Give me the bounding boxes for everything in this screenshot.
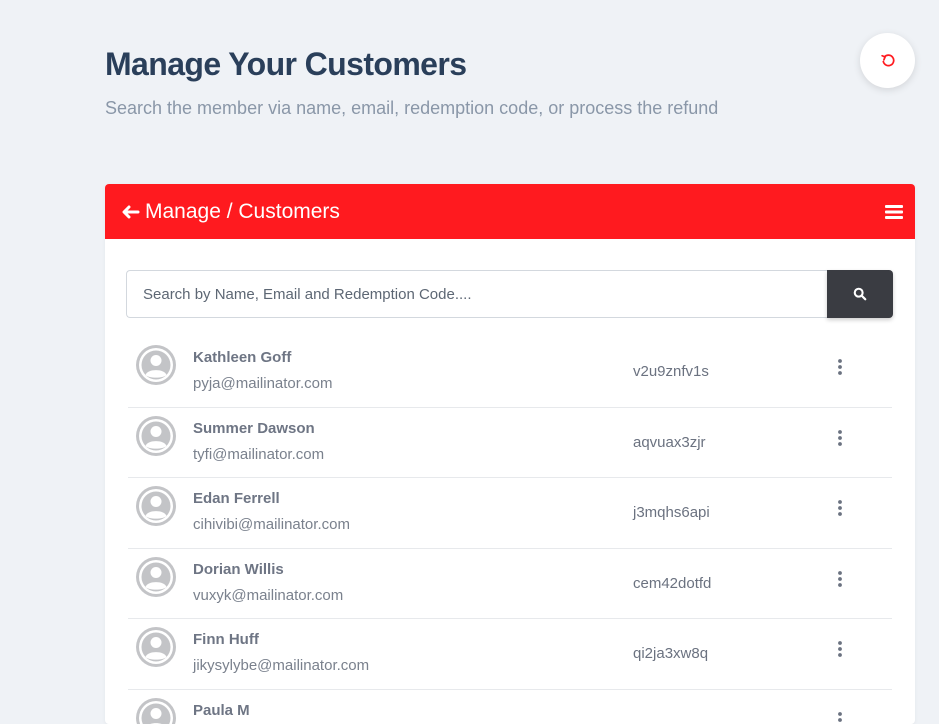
- customer-list: Kathleen Goff pyja@mailinator.com v2u9zn…: [128, 337, 892, 724]
- customer-row[interactable]: Edan Ferrell cihivibi@mailinator.com j3m…: [128, 478, 892, 549]
- customer-row[interactable]: Paula M: [128, 690, 892, 724]
- more-vertical-icon: [837, 641, 843, 657]
- refresh-button[interactable]: [860, 33, 915, 88]
- customer-name: Kathleen Goff: [193, 349, 291, 366]
- redemption-code: aqvuax3zjr: [633, 434, 706, 451]
- customer-email: vuxyk@mailinator.com: [193, 587, 343, 604]
- page-subtitle: Search the member via name, email, redem…: [105, 98, 718, 119]
- customer-row[interactable]: Finn Huff jikysylybe@mailinator.com qi2j…: [128, 619, 892, 690]
- card-title: Manage / Customers: [145, 200, 340, 224]
- hamburger-menu-icon: [885, 204, 903, 220]
- customer-email: jikysylybe@mailinator.com: [193, 657, 369, 674]
- customer-row[interactable]: Dorian Willis vuxyk@mailinator.com cem42…: [128, 549, 892, 620]
- more-vertical-icon: [837, 712, 843, 724]
- more-options-button[interactable]: [834, 567, 846, 591]
- search-button[interactable]: [827, 270, 893, 318]
- customer-row[interactable]: Kathleen Goff pyja@mailinator.com v2u9zn…: [128, 337, 892, 408]
- more-options-button[interactable]: [834, 708, 846, 724]
- user-avatar-icon: [136, 557, 176, 597]
- customer-name: Dorian Willis: [193, 561, 284, 578]
- more-options-button[interactable]: [834, 426, 846, 450]
- more-vertical-icon: [837, 571, 843, 587]
- redemption-code: qi2ja3xw8q: [633, 645, 708, 662]
- redemption-code: cem42dotfd: [633, 575, 711, 592]
- customer-name: Paula M: [193, 702, 250, 719]
- customer-name: Summer Dawson: [193, 420, 315, 437]
- customer-name: Finn Huff: [193, 631, 259, 648]
- customer-email: tyfi@mailinator.com: [193, 446, 324, 463]
- user-avatar-icon: [136, 486, 176, 526]
- menu-button[interactable]: [885, 204, 903, 220]
- more-vertical-icon: [837, 430, 843, 446]
- card-header: Manage / Customers: [105, 184, 915, 239]
- more-options-button[interactable]: [834, 496, 846, 520]
- page-title: Manage Your Customers: [105, 46, 466, 83]
- search-input[interactable]: [126, 270, 827, 318]
- redemption-code: j3mqhs6api: [633, 504, 710, 521]
- user-avatar-icon: [136, 416, 176, 456]
- more-vertical-icon: [837, 359, 843, 375]
- customer-name: Edan Ferrell: [193, 490, 280, 507]
- customer-email: cihivibi@mailinator.com: [193, 516, 350, 533]
- search-bar: [126, 270, 893, 318]
- user-avatar-icon: [136, 345, 176, 385]
- user-avatar-icon: [136, 627, 176, 667]
- more-vertical-icon: [837, 500, 843, 516]
- more-options-button[interactable]: [834, 637, 846, 661]
- user-avatar-icon: [136, 698, 176, 724]
- redemption-code: v2u9znfv1s: [633, 363, 709, 380]
- more-options-button[interactable]: [834, 355, 846, 379]
- customer-email: pyja@mailinator.com: [193, 375, 332, 392]
- refresh-icon: [881, 54, 895, 68]
- customers-card: Manage / Customers: [105, 184, 915, 724]
- arrow-left-icon[interactable]: [121, 202, 141, 222]
- search-icon: [853, 287, 867, 301]
- customer-row[interactable]: Summer Dawson tyfi@mailinator.com aqvuax…: [128, 408, 892, 479]
